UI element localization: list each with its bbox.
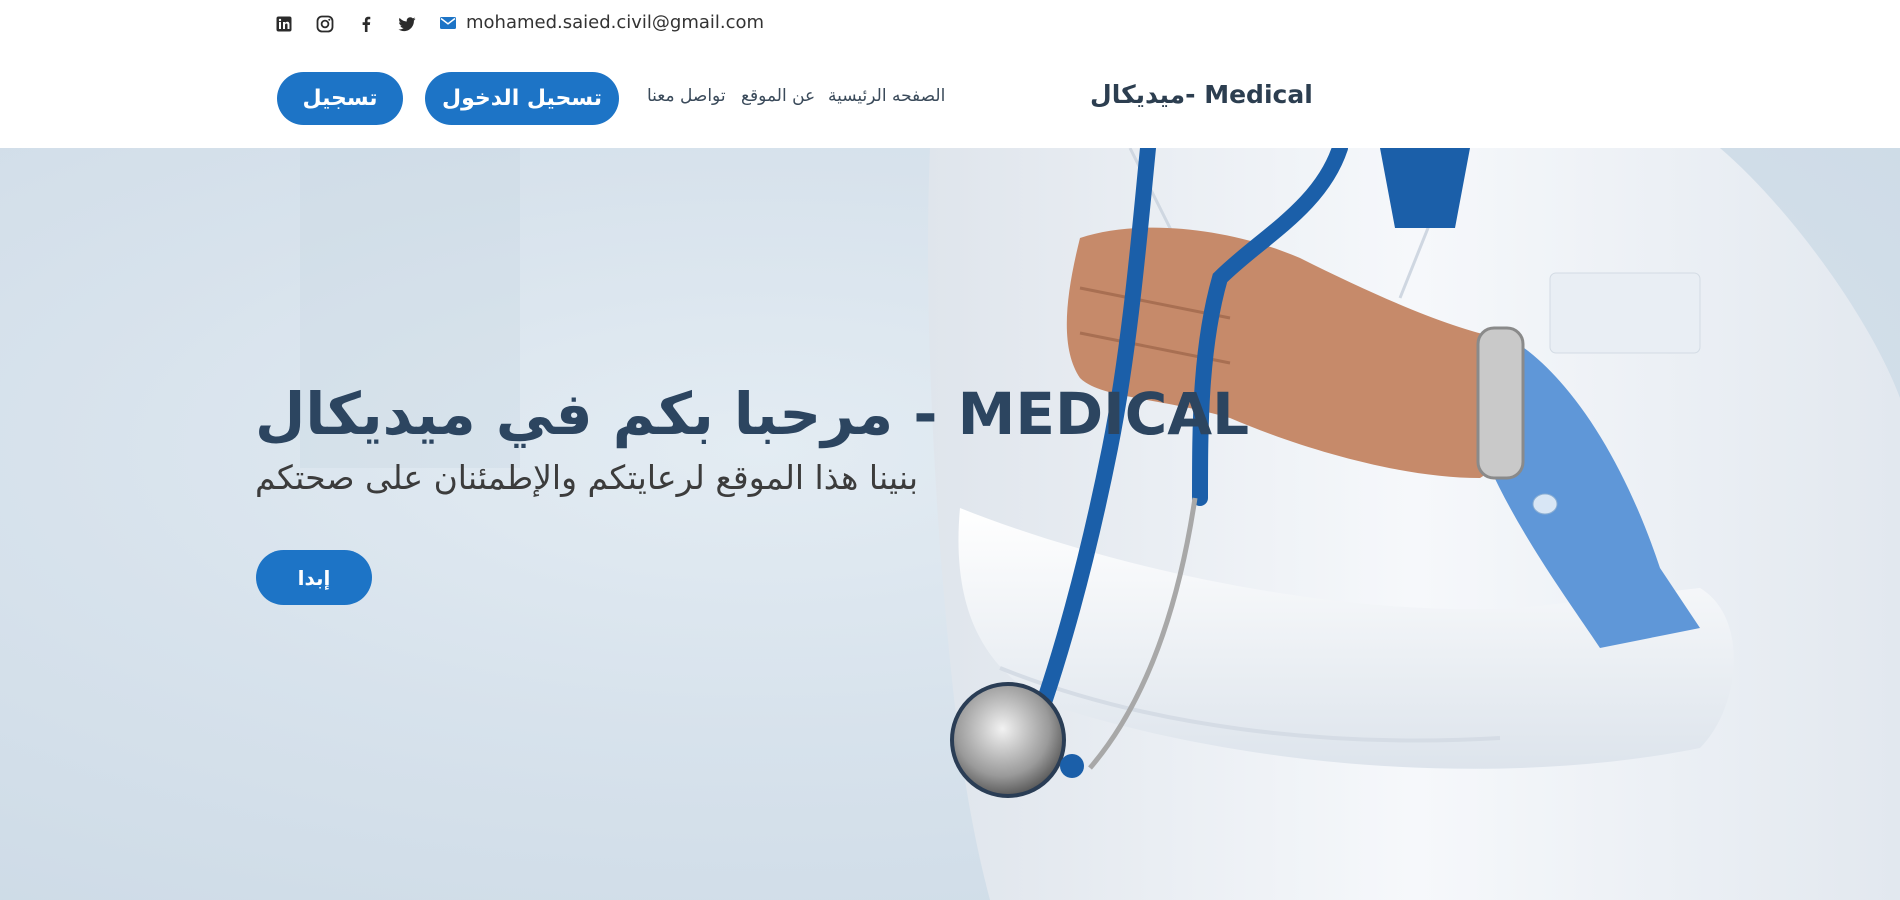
hero-title: مرحبا بكم في ميديكال - MEDICAL bbox=[255, 380, 1250, 448]
hero-subtitle: بنينا هذا الموقع لرعايتكم والإطمئنان على… bbox=[255, 458, 919, 497]
nav-item-contact[interactable]: تواصل معنا bbox=[647, 86, 726, 106]
mail-icon bbox=[440, 16, 456, 29]
instagram-icon[interactable] bbox=[315, 14, 335, 34]
email-link[interactable]: mohamed.saied.civil@gmail.com bbox=[440, 12, 764, 33]
email-address: mohamed.saied.civil@gmail.com bbox=[466, 12, 765, 33]
doctor-image bbox=[300, 148, 1900, 900]
hero-section: مرحبا بكم في ميديكال - MEDICAL بنينا هذا… bbox=[0, 148, 1900, 900]
top-bar: mohamed.saied.civil@gmail.com bbox=[0, 0, 1900, 50]
start-button[interactable]: إبدا bbox=[256, 550, 372, 605]
linkedin-icon[interactable] bbox=[274, 14, 294, 34]
nav-item-home[interactable]: الصفحه الرئيسية bbox=[828, 86, 945, 106]
main-header: تسجيل تسحيل الدخول تواصل معنا عن الموقع … bbox=[0, 50, 1900, 148]
register-button[interactable]: تسجيل bbox=[277, 72, 403, 125]
login-button[interactable]: تسحيل الدخول bbox=[425, 72, 619, 125]
social-links bbox=[274, 14, 438, 34]
twitter-icon[interactable] bbox=[397, 14, 417, 34]
facebook-icon[interactable] bbox=[356, 14, 376, 34]
site-brand[interactable]: ميديكال- Medical bbox=[1090, 80, 1313, 109]
nav-item-about[interactable]: عن الموقع bbox=[741, 86, 815, 106]
